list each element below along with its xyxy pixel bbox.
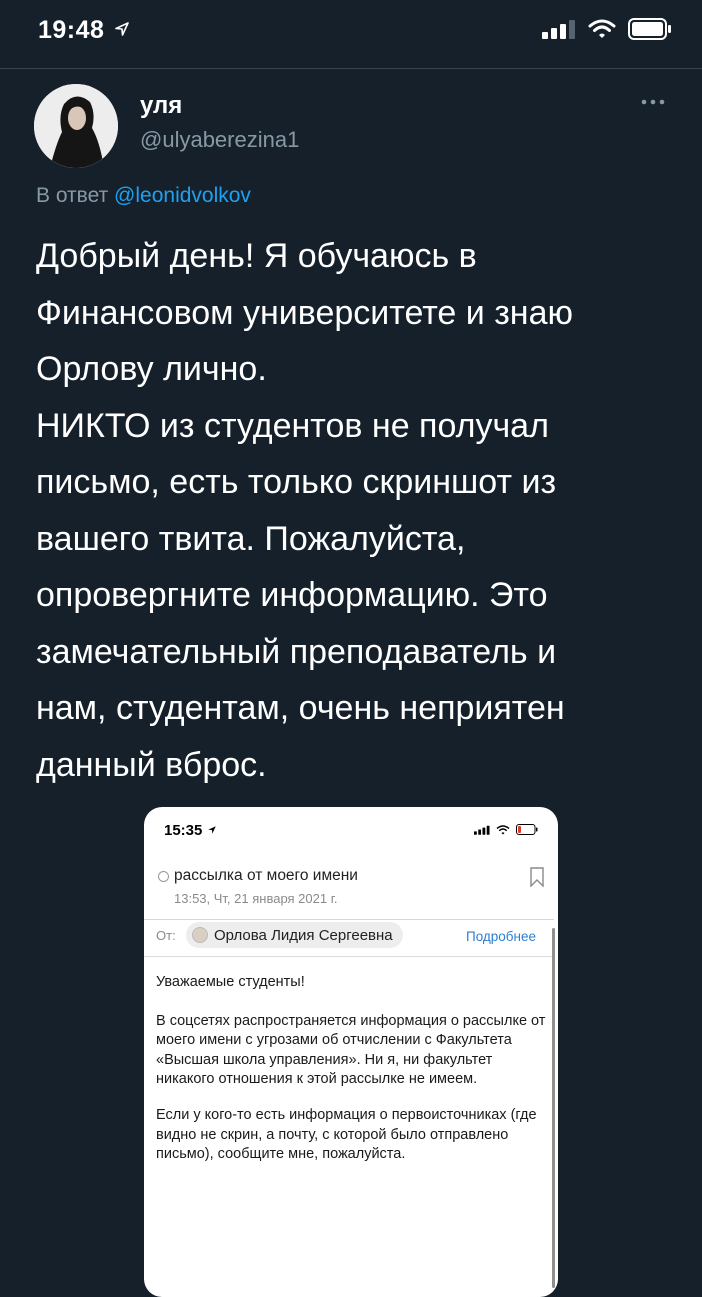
sender-chip: Орлова Лидия Сергеевна: [186, 922, 403, 948]
signal-icon: [474, 825, 490, 835]
attachment-status-time-text: 15:35: [164, 822, 203, 839]
location-arrow-icon: [115, 22, 129, 36]
battery-icon: [628, 18, 671, 40]
wifi-icon: [496, 824, 510, 834]
email-paragraph-2: Если у кого-то есть информация о первоис…: [156, 1106, 537, 1163]
status-icons: [542, 18, 672, 40]
header-divider: [0, 68, 702, 69]
attachment-status-bar: 15:35: [144, 807, 558, 855]
attached-image[interactable]: 15:35 рассылка от моего имени 13:53, Чт,…: [144, 807, 558, 1297]
signal-icon: [542, 20, 575, 39]
from-label: От:: [156, 928, 176, 943]
display-name[interactable]: уля: [140, 92, 182, 120]
more-icon[interactable]: [640, 98, 666, 106]
radio-icon: [158, 871, 169, 882]
scrollbar: [552, 928, 555, 1288]
email-body: Уважаемые студенты! В соцсетях распростр…: [156, 973, 554, 1181]
user-photo-icon: [34, 84, 118, 168]
wifi-icon: [588, 19, 616, 38]
email-divider: [144, 919, 554, 920]
user-handle[interactable]: @ulyaberezina1: [140, 127, 299, 153]
battery-icon: [516, 824, 538, 835]
sender-name: Орлова Лидия Сергеевна: [214, 926, 393, 944]
email-divider-2: [144, 956, 554, 957]
reply-prefix: В ответ: [36, 184, 109, 207]
status-time-text: 19:48: [38, 16, 105, 44]
attachment-status-icons: [474, 824, 538, 835]
tweet-text: Добрый день! Я обучаюсь в Финансовом уни…: [36, 237, 573, 784]
details-link: Подробнее: [466, 929, 537, 944]
email-date: 13:53, Чт, 21 января 2021 г.: [174, 891, 338, 906]
email-greeting: Уважаемые студенты!: [156, 974, 305, 990]
status-time: 19:48: [38, 16, 130, 45]
attachment-status-time: 15:35: [164, 822, 217, 839]
email-paragraph-1: В соцсетях распространяется информация о…: [156, 1012, 546, 1088]
avatar[interactable]: [34, 84, 118, 168]
email-subject: рассылка от моего имени: [174, 867, 358, 884]
reply-mention-link[interactable]: @leonidvolkov: [114, 184, 251, 207]
location-arrow-icon: [207, 826, 216, 834]
reply-context: В ответ @leonidvolkov: [36, 184, 251, 208]
bookmark-icon: [530, 867, 544, 887]
status-bar: 19:48: [0, 0, 702, 66]
sender-avatar: [192, 927, 208, 943]
